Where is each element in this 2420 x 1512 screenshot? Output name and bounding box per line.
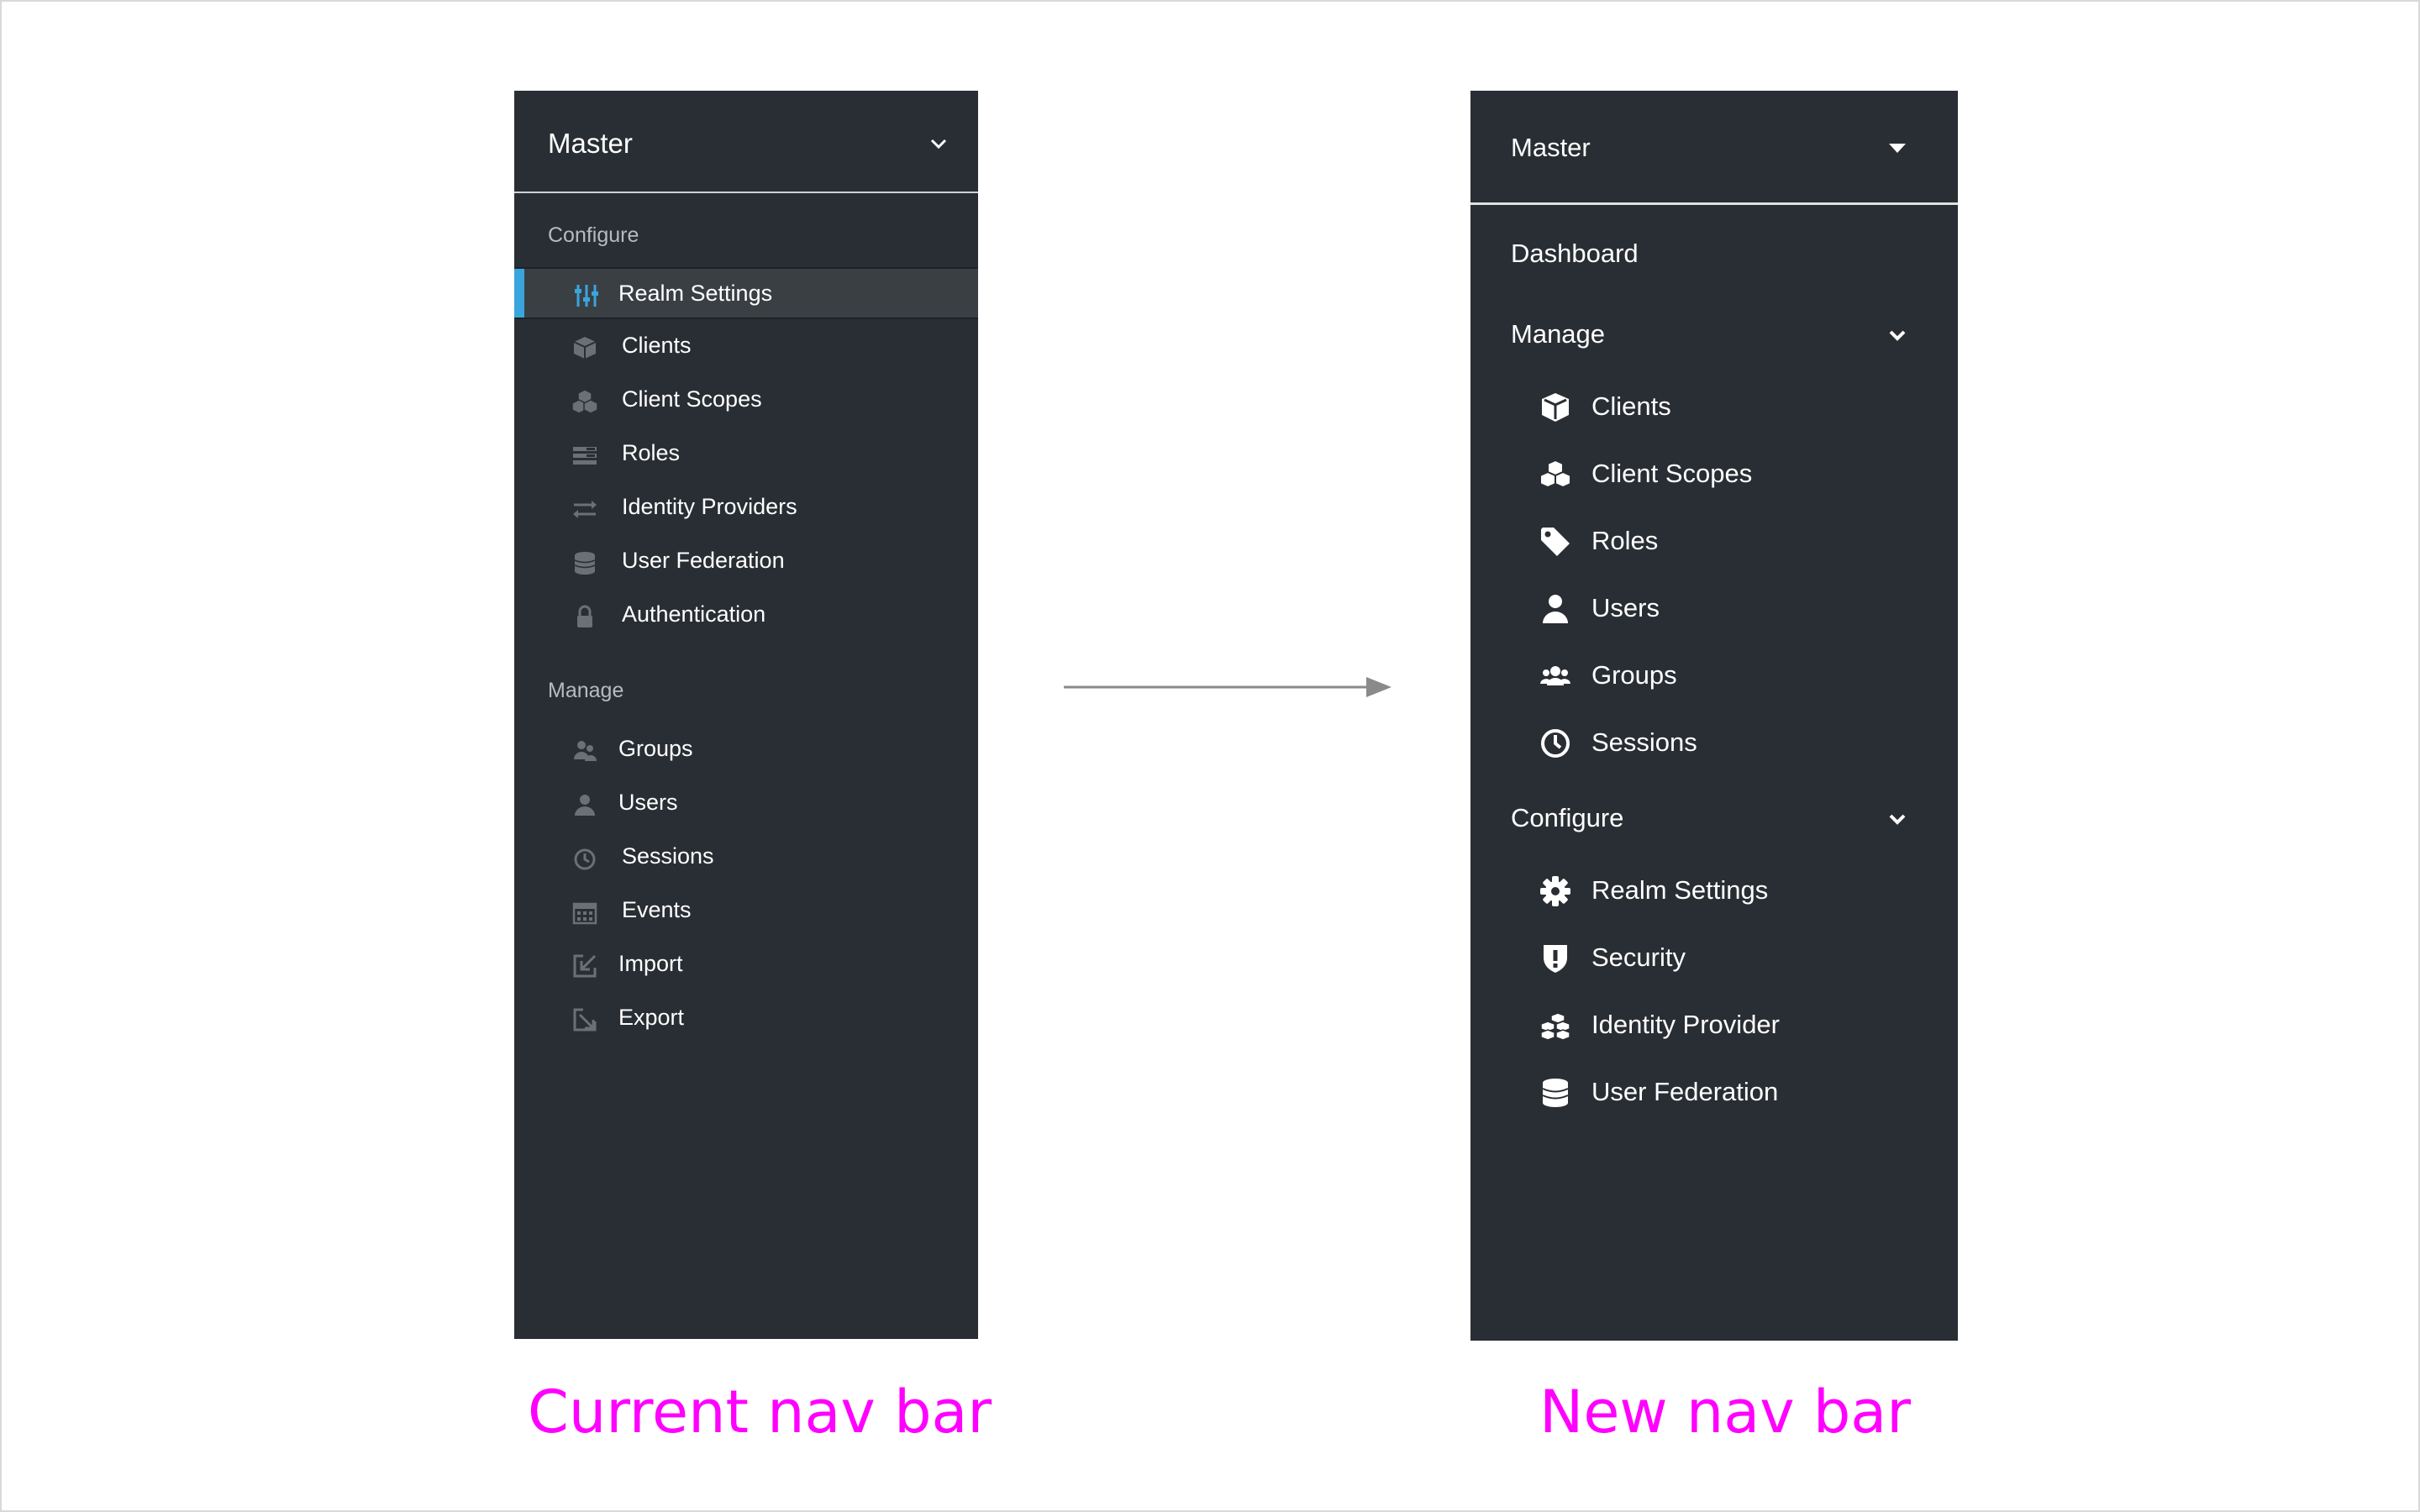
realm-title: Master [1511, 133, 1591, 162]
chevron-down-icon [930, 139, 947, 150]
nav-item-label: Export [618, 1005, 685, 1030]
nav-item-label: Clients [622, 333, 692, 358]
caption-current-nav: Current nav bar [528, 1378, 992, 1446]
nav-item-user-federation[interactable]: User Federation [1470, 1067, 1958, 1117]
nav-item-security[interactable]: Security [1470, 932, 1958, 983]
current-nav-bar: Master Configure Realm Settings Clients … [514, 91, 978, 1339]
database-icon [574, 552, 596, 575]
cubes-stack-icon [1540, 1012, 1570, 1041]
nav-item-label: Users [1591, 593, 1660, 622]
nav-item-label: Roles [1591, 526, 1659, 555]
export-icon [573, 1008, 597, 1032]
nav-item-clients[interactable]: Clients [514, 321, 978, 373]
realm-selector[interactable]: Master [514, 91, 978, 193]
nav-item-export[interactable]: Export [514, 993, 978, 1045]
nav-item-label: Realm Settings [1591, 875, 1769, 905]
nav-item-import[interactable]: Import [514, 939, 978, 991]
gear-icon [1540, 876, 1570, 906]
shield-icon [1544, 945, 1567, 973]
tag-icon [1541, 528, 1570, 556]
nav-item-label: Security [1591, 942, 1686, 972]
lock-icon [577, 605, 592, 627]
nav-item-clients[interactable]: Clients [1470, 381, 1958, 432]
chevron-down-icon[interactable] [1887, 328, 1907, 343]
canvas-frame [0, 0, 2420, 1512]
nav-item-identity-provider[interactable]: Identity Provider [1470, 1000, 1958, 1050]
nav-item-label: Roles [622, 440, 681, 465]
nav-item-label: Sessions [1591, 727, 1697, 757]
cube-icon [1542, 393, 1569, 422]
nav-item-label: Identity Provider [1591, 1010, 1780, 1039]
nav-item-users[interactable]: Users [514, 778, 978, 830]
database-icon [1542, 1079, 1569, 1107]
nav-item-groups[interactable]: Groups [1470, 650, 1958, 701]
nav-item-label: Realm Settings [618, 281, 773, 306]
nav-item-client-scopes[interactable]: Client Scopes [1470, 449, 1958, 499]
nav-item-authentication[interactable]: Authentication [514, 590, 978, 642]
cube-icon [573, 337, 597, 359]
nav-item-label: Groups [618, 736, 693, 761]
nav-item-realm-settings[interactable]: Realm Settings [514, 267, 978, 319]
nav-item-label: Groups [1591, 660, 1677, 690]
users-icon [574, 741, 597, 761]
sliders-icon [575, 285, 598, 307]
clock-icon [574, 848, 596, 870]
chevron-down-icon[interactable] [1887, 811, 1907, 827]
nav-item-events[interactable]: Events [514, 885, 978, 937]
nav-item-label: Authentication [622, 601, 766, 627]
nav-item-label: Clients [1591, 391, 1671, 421]
clock-icon [1541, 729, 1570, 758]
caption-new-nav: New nav bar [1539, 1378, 1911, 1446]
cubes-icon [571, 389, 598, 414]
realm-selector[interactable]: Master [1470, 91, 1958, 205]
nav-item-label: Events [622, 897, 692, 922]
calendar-icon [572, 902, 597, 925]
group-toggle-manage[interactable]: Manage [1511, 319, 1605, 349]
nav-item-label: Identity Providers [622, 494, 797, 519]
nav-item-label: Import [618, 951, 683, 976]
nav-item-label: User Federation [622, 548, 785, 573]
nav-item-label: Client Scopes [622, 386, 762, 412]
realm-title: Master [548, 128, 633, 159]
nav-item-roles[interactable]: Roles [1470, 516, 1958, 566]
group-toggle-configure[interactable]: Configure [1511, 803, 1623, 833]
nav-item-groups[interactable]: Groups [514, 724, 978, 776]
nav-item-label: Client Scopes [1591, 459, 1753, 488]
section-label-manage: Manage [548, 679, 624, 702]
nav-item-label: Users [618, 790, 678, 815]
cubes-icon [1539, 459, 1571, 489]
new-nav-bar: Master Dashboard Manage Clients Client S… [1470, 91, 1958, 1341]
active-indicator [514, 269, 524, 318]
nav-item-users[interactable]: Users [1470, 583, 1958, 633]
nav-item-client-scopes[interactable]: Client Scopes [514, 375, 978, 427]
section-label-configure: Configure [548, 223, 639, 247]
user-icon [575, 795, 595, 816]
nav-item-user-federation[interactable]: User Federation [514, 536, 978, 588]
nav-item-realm-settings[interactable]: Realm Settings [1470, 865, 1958, 916]
nav-item-identity-providers[interactable]: Identity Providers [514, 482, 978, 534]
nav-item-sessions[interactable]: Sessions [514, 832, 978, 884]
nav-item-label: User Federation [1591, 1077, 1779, 1106]
nav-item-dashboard[interactable]: Dashboard [1511, 239, 1639, 269]
nav-item-roles[interactable]: Roles [514, 428, 978, 480]
import-icon [573, 954, 597, 978]
user-icon [1543, 595, 1568, 623]
arrow-right-icon [1064, 677, 1392, 697]
nav-item-sessions[interactable]: Sessions [1470, 717, 1958, 768]
exchange-icon [573, 501, 597, 518]
nav-item-label: Sessions [622, 843, 714, 869]
list-icon [573, 447, 597, 465]
caret-down-icon [1889, 144, 1906, 153]
users-icon [1540, 666, 1570, 685]
